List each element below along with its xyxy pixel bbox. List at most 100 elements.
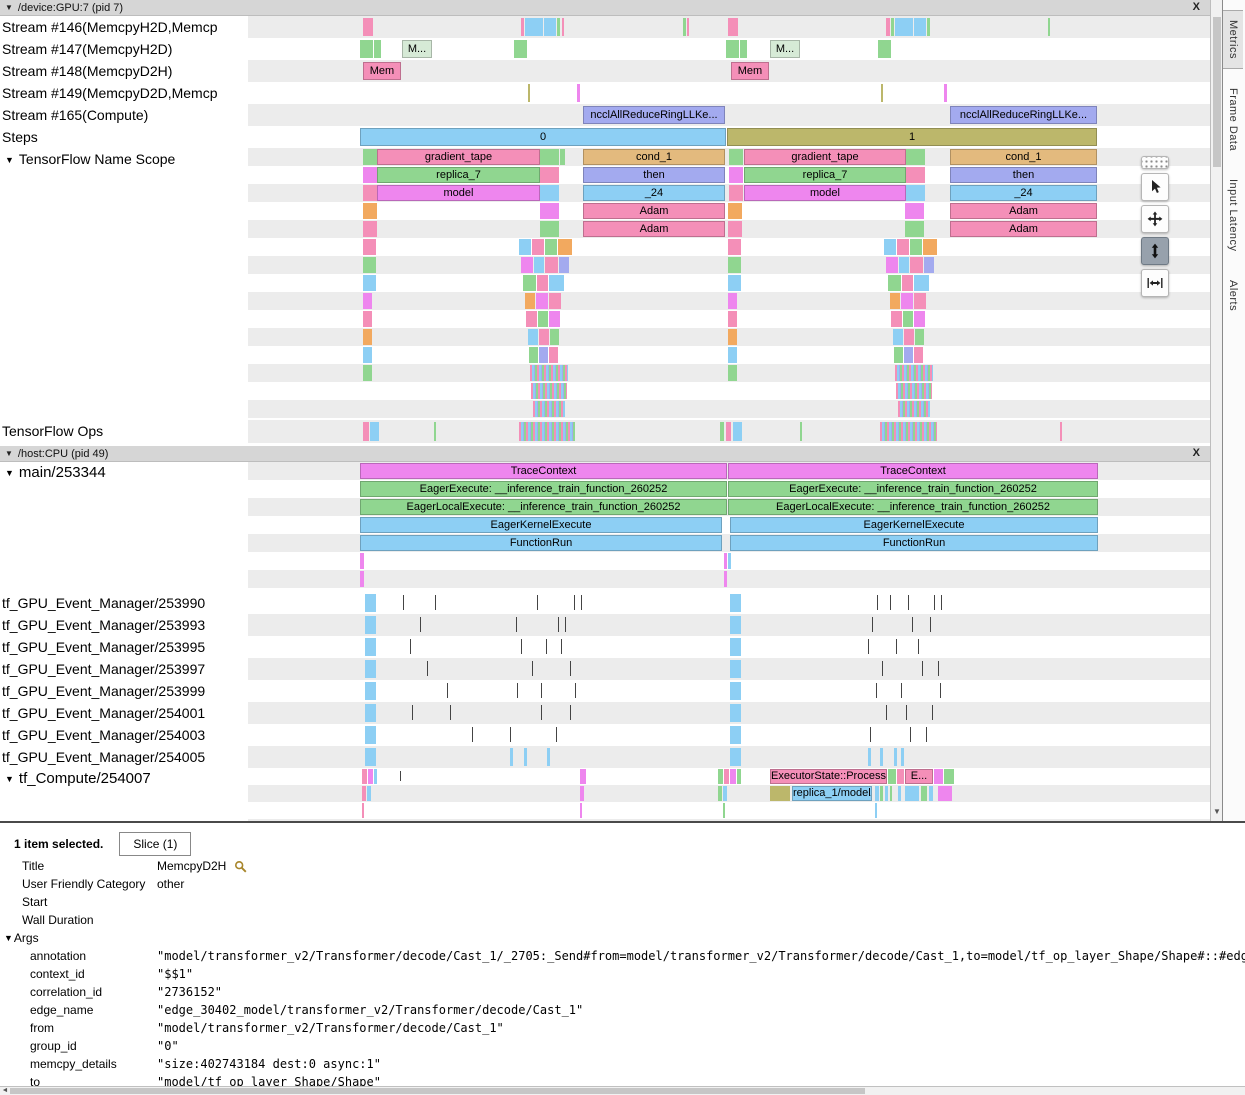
tab-slice[interactable]: Slice (1) — [119, 832, 191, 856]
trace-mark[interactable] — [729, 185, 743, 201]
trace-mark[interactable] — [516, 617, 517, 632]
trace-slice[interactable]: then — [950, 167, 1097, 183]
trace-slice[interactable]: replica_7 — [377, 167, 540, 183]
trace-mark[interactable] — [940, 683, 941, 698]
trace-mark[interactable] — [580, 769, 586, 784]
trace-mark[interactable] — [770, 786, 790, 801]
track-lane[interactable] — [248, 82, 1210, 104]
track-label[interactable]: ▼tf_Compute/254007 — [2, 768, 248, 790]
trace-slice[interactable]: cond_1 — [950, 149, 1097, 165]
trace-mark[interactable] — [360, 40, 373, 58]
trace-mark[interactable] — [363, 149, 377, 165]
trace-slice[interactable]: EagerExecute: __inference_train_function… — [728, 481, 1098, 497]
trace-mark[interactable] — [891, 18, 894, 36]
trace-slice[interactable]: EagerLocalExecute: __inference_train_fun… — [360, 499, 727, 515]
trace-mark[interactable] — [546, 639, 547, 654]
trace-mark[interactable] — [539, 329, 549, 345]
trace-slice[interactable]: Adam — [950, 203, 1097, 219]
vertical-scrollbar-thumb[interactable] — [1213, 17, 1221, 167]
trace-mark[interactable] — [365, 748, 376, 766]
trace-mark[interactable] — [435, 595, 436, 610]
trace-mark[interactable] — [365, 726, 376, 744]
trace-mark[interactable] — [881, 84, 883, 102]
trace-mark[interactable] — [870, 727, 871, 742]
trace-mark[interactable] — [723, 803, 725, 818]
trace-mark[interactable] — [360, 571, 364, 587]
track-lane[interactable] — [248, 768, 1210, 821]
track-lane[interactable] — [248, 592, 1210, 614]
trace-mark[interactable] — [904, 347, 913, 363]
trace-mark[interactable] — [914, 275, 929, 291]
trace-mark[interactable] — [365, 660, 376, 678]
trace-mark[interactable] — [374, 40, 381, 58]
trace-mark[interactable] — [914, 311, 925, 327]
side-tab-alerts[interactable]: Alerts — [1223, 271, 1243, 320]
track-lane[interactable] — [248, 658, 1210, 680]
trace-mark[interactable] — [362, 786, 366, 801]
trace-mark[interactable] — [574, 595, 575, 610]
trace-mark[interactable] — [896, 383, 932, 399]
trace-slice[interactable]: then — [583, 167, 725, 183]
trace-mark[interactable] — [577, 84, 580, 102]
trace-mark[interactable] — [523, 275, 536, 291]
trace-mark[interactable] — [363, 347, 372, 363]
trace-mark[interactable] — [549, 293, 561, 309]
trace-mark[interactable] — [724, 769, 729, 784]
trace-mark[interactable] — [400, 771, 401, 781]
trace-mark[interactable] — [894, 347, 903, 363]
trace-slice[interactable]: Adam — [950, 221, 1097, 237]
trace-mark[interactable] — [730, 726, 741, 744]
trace-slice[interactable]: cond_1 — [583, 149, 725, 165]
trace-mark[interactable] — [570, 705, 571, 720]
trace-mark[interactable] — [539, 347, 548, 363]
trace-mark[interactable] — [450, 705, 451, 720]
trace-mark[interactable] — [528, 329, 538, 345]
track-lane[interactable] — [248, 702, 1210, 724]
trace-slice[interactable]: model — [377, 185, 540, 201]
trace-mark[interactable] — [365, 704, 376, 722]
trace-mark[interactable] — [895, 365, 933, 381]
trace-mark[interactable] — [934, 769, 943, 784]
trace-slice[interactable]: EagerExecute: __inference_train_function… — [360, 481, 727, 497]
trace-slice[interactable]: E... — [905, 769, 933, 784]
collapse-arrow-icon[interactable]: ▼ — [5, 3, 13, 12]
trace-mark[interactable] — [365, 594, 376, 612]
trace-mark[interactable] — [363, 221, 377, 237]
trace-slice[interactable]: FunctionRun — [730, 535, 1098, 551]
trace-mark[interactable] — [923, 239, 937, 255]
trace-slice[interactable]: Mem — [363, 62, 401, 80]
trace-mark[interactable] — [897, 769, 904, 784]
trace-slice[interactable]: EagerKernelExecute — [730, 517, 1098, 533]
trace-slice[interactable]: TraceContext — [360, 463, 727, 479]
trace-slice[interactable]: ncclAllReduceRingLLKe... — [583, 106, 725, 124]
trace-mark[interactable] — [540, 221, 559, 237]
collapse-arrow-icon[interactable]: ▼ — [5, 155, 14, 165]
trace-mark[interactable] — [560, 149, 565, 165]
trace-mark[interactable] — [886, 18, 890, 36]
trace-mark[interactable] — [1048, 18, 1050, 36]
horizontal-scrollbar-thumb[interactable] — [10, 1088, 865, 1094]
trace-mark[interactable] — [880, 748, 883, 766]
track-lane[interactable] — [248, 614, 1210, 636]
trace-mark[interactable] — [897, 239, 909, 255]
trace-mark[interactable] — [525, 18, 543, 36]
vertical-scrollbar[interactable]: ▼ — [1210, 0, 1222, 823]
track-label[interactable]: ▼TensorFlow Name Scope — [2, 148, 248, 170]
trace-mark[interactable] — [541, 683, 542, 698]
trace-mark[interactable] — [926, 727, 927, 742]
trace-mark[interactable] — [938, 661, 939, 676]
trace-mark[interactable] — [890, 786, 892, 801]
gpu-pane-close-button[interactable]: X — [1193, 1, 1200, 13]
trace-mark[interactable] — [914, 18, 926, 36]
trace-mark[interactable] — [730, 748, 741, 766]
trace-mark[interactable] — [914, 347, 923, 363]
trace-mark[interactable] — [519, 239, 531, 255]
trace-mark[interactable] — [541, 705, 542, 720]
zoom-tool-button[interactable] — [1141, 237, 1169, 265]
trace-mark[interactable] — [898, 786, 901, 801]
trace-mark[interactable] — [363, 422, 369, 441]
trace-mark[interactable] — [521, 257, 533, 273]
trace-mark[interactable] — [545, 257, 558, 273]
trace-mark[interactable] — [906, 149, 925, 165]
trace-mark[interactable] — [872, 617, 873, 632]
